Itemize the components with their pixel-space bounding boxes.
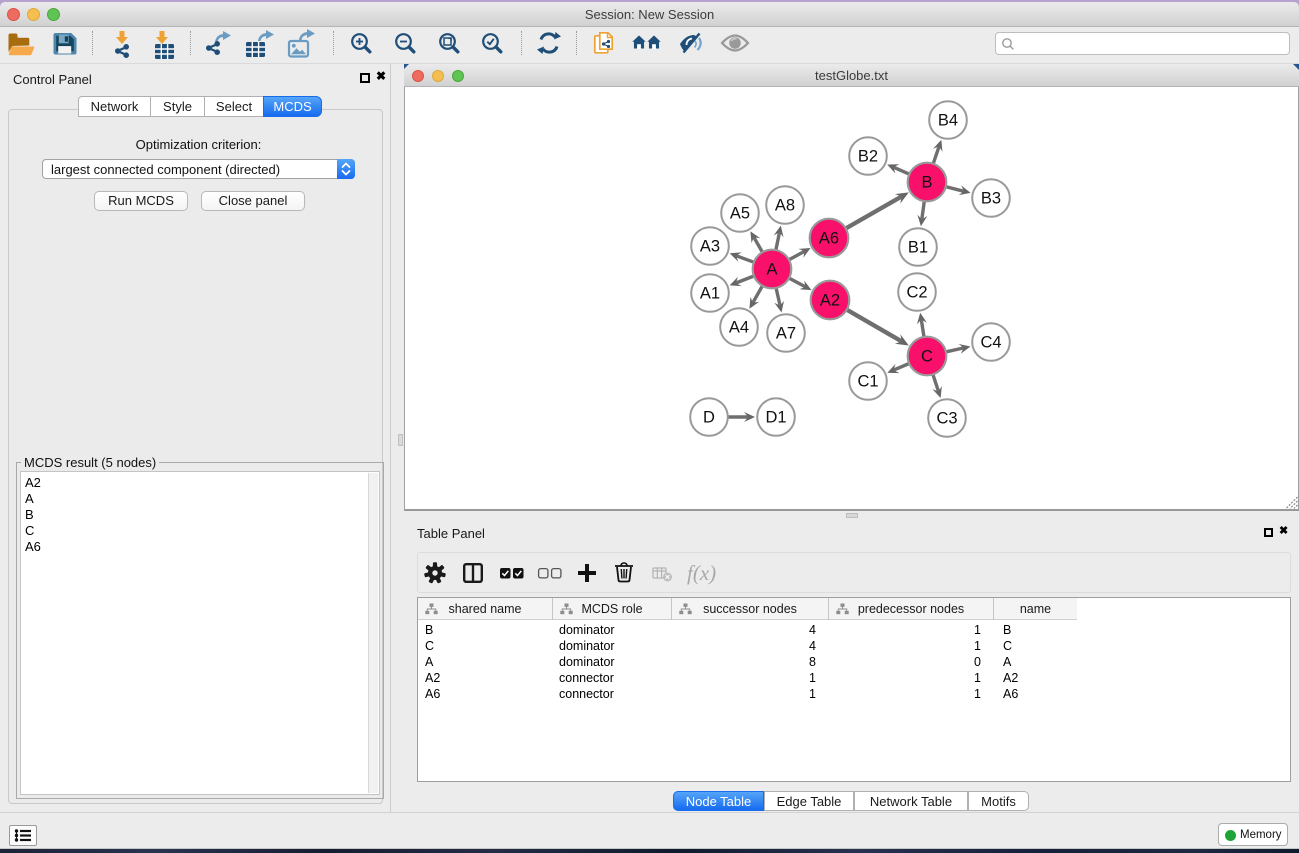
svg-text:D1: D1 (765, 409, 786, 427)
svg-text:A5: A5 (730, 205, 750, 223)
svg-text:A1: A1 (700, 285, 720, 303)
svg-text:C1: C1 (857, 373, 878, 391)
svg-text:D: D (703, 409, 715, 427)
svg-text:B4: B4 (938, 112, 958, 130)
svg-text:C: C (921, 348, 933, 366)
svg-text:A2: A2 (820, 292, 840, 310)
svg-text:A4: A4 (729, 319, 749, 337)
svg-text:B1: B1 (908, 239, 928, 257)
svg-text:B2: B2 (858, 148, 878, 166)
svg-text:C2: C2 (906, 284, 927, 302)
svg-text:B3: B3 (981, 190, 1001, 208)
svg-text:A6: A6 (819, 230, 839, 248)
svg-text:A8: A8 (775, 197, 795, 215)
svg-text:A: A (766, 261, 777, 279)
svg-text:f(x): f(x) (687, 561, 716, 585)
svg-text:A3: A3 (700, 238, 720, 256)
svg-text:C4: C4 (980, 334, 1001, 352)
svg-text:A7: A7 (776, 325, 796, 343)
svg-text:B: B (921, 174, 932, 192)
svg-text:C3: C3 (936, 410, 957, 428)
